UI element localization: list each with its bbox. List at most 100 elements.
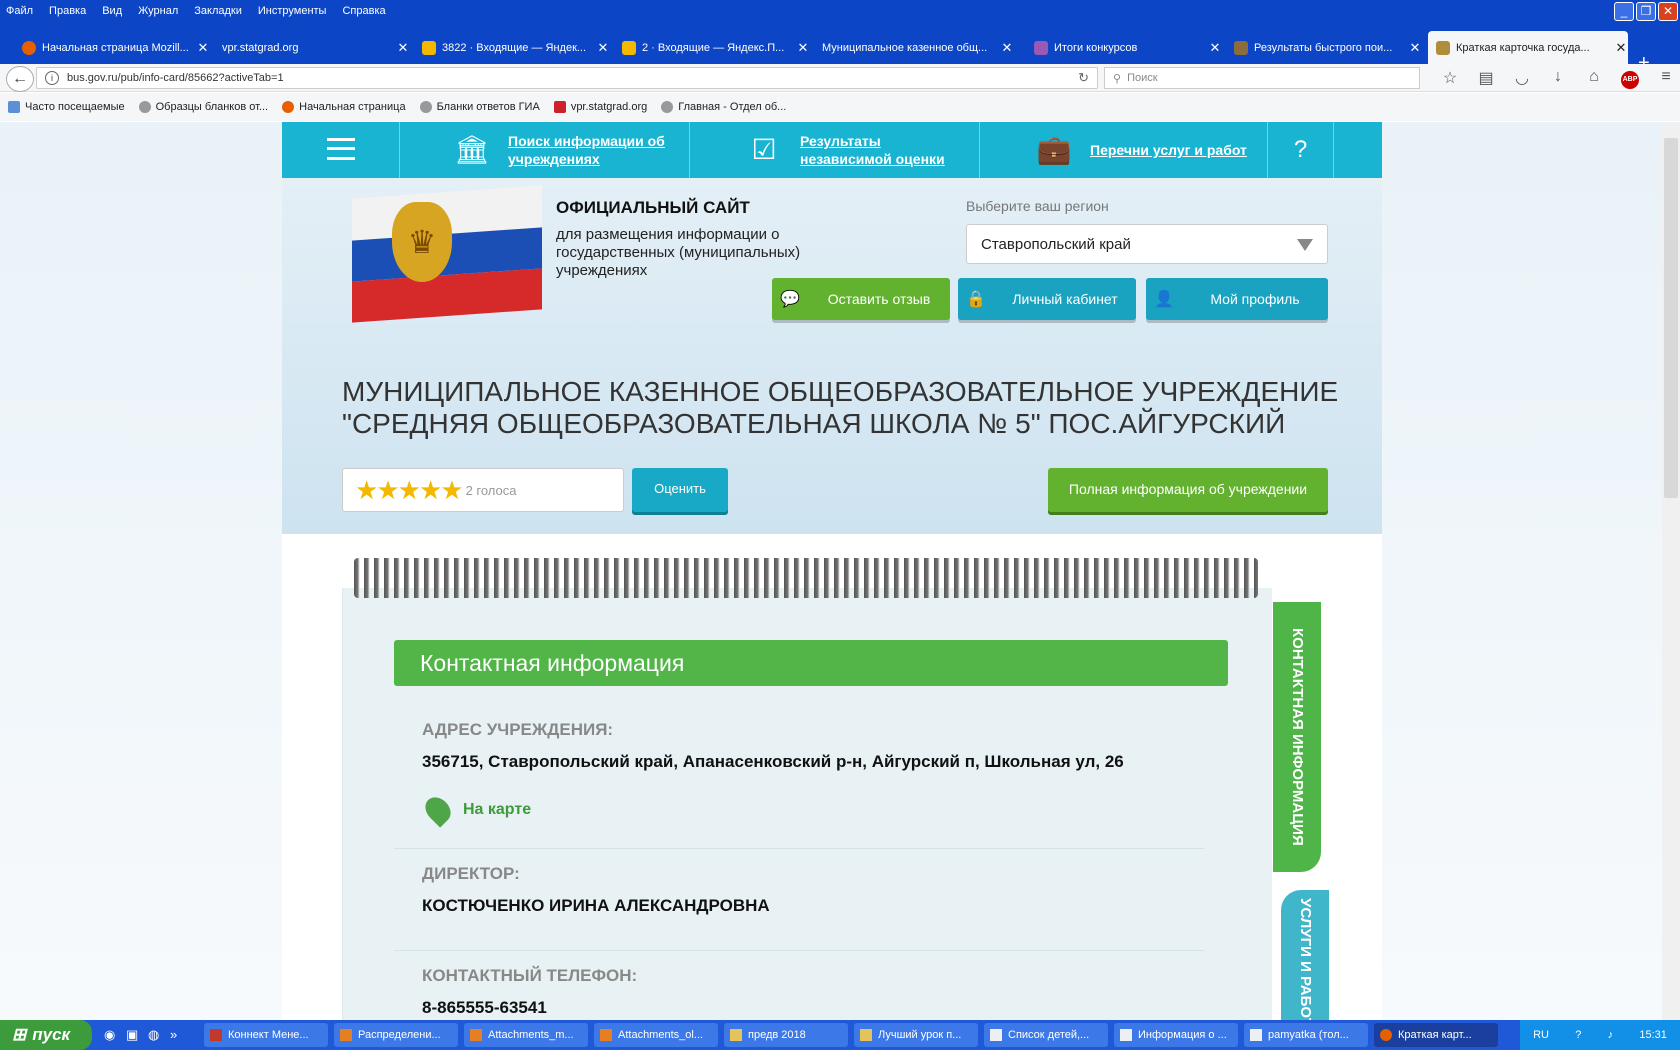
tab-statgrad[interactable]: vpr.statgrad.org ✕ [214, 31, 410, 64]
side-tab-contacts[interactable]: КОНТАКТНАЯ ИНФОРМАЦИЯ [1273, 602, 1321, 872]
menu-help[interactable]: Справка [342, 5, 385, 17]
nav-independent-results[interactable]: ☑ Результаты независимой оценки [690, 122, 980, 178]
emblem-icon [1436, 40, 1450, 55]
bookmark-department[interactable]: Главная - Отдел об... [661, 101, 786, 113]
url-text[interactable]: bus.gov.ru/pub/info-card/85662?activeTab… [67, 72, 1078, 84]
bookmark-gia[interactable]: Бланки ответов ГИА [419, 101, 540, 113]
reader-icon[interactable]: ▤ [1468, 68, 1504, 89]
director-label: ДИРЕКТОР: [422, 864, 520, 883]
tab-label: vpr.statgrad.org [222, 41, 299, 54]
taskbar-item[interactable]: Attachments_m... [464, 1023, 588, 1047]
firefox-icon[interactable]: ◍ [148, 1027, 170, 1043]
download-icon[interactable]: ↓ [1540, 68, 1576, 89]
region-select[interactable]: Ставропольский край [966, 224, 1328, 264]
help-question-icon[interactable]: ? [1268, 122, 1334, 178]
bookmark-forms[interactable]: Образцы бланков от... [138, 101, 268, 113]
nav-label[interactable]: Поиск информации об учреждениях [508, 132, 668, 168]
institution-icon: 🏛 [454, 134, 490, 165]
adblock-icon[interactable]: ABP [1612, 68, 1648, 89]
close-tab-icon[interactable]: ✕ [1408, 40, 1422, 56]
star-icon[interactable]: ★ [355, 477, 378, 503]
taskbar-item[interactable]: Список детей,... [984, 1023, 1108, 1047]
star-icon[interactable]: ★ [440, 477, 463, 503]
contact-heading: Контактная информация [394, 640, 1228, 686]
taskbar-item[interactable]: Лучший урок п... [854, 1023, 978, 1047]
star-icon[interactable]: ★ [398, 477, 421, 503]
full-info-button[interactable]: Полная информация об учреждении [1048, 468, 1328, 512]
map-link[interactable]: На карте [420, 792, 531, 828]
my-profile-button[interactable]: 👤 Мой профиль [1146, 278, 1328, 320]
vertical-scrollbar[interactable] [1662, 122, 1680, 1020]
close-tab-icon[interactable]: ✕ [396, 40, 410, 56]
language-indicator[interactable]: RU [1533, 1029, 1549, 1041]
scrollbar-thumb[interactable] [1664, 138, 1678, 498]
close-tab-icon[interactable]: ✕ [196, 40, 210, 56]
home-icon[interactable]: ⌂ [1576, 68, 1612, 89]
close-tab-icon[interactable]: ✕ [596, 40, 610, 56]
map-link-label[interactable]: На карте [463, 801, 531, 819]
taskbar-item-active[interactable]: Краткая карт... [1374, 1023, 1498, 1047]
pocket-icon[interactable]: ◡ [1504, 68, 1540, 89]
tab-info-card[interactable]: Краткая карточка госуда... ✕ [1428, 31, 1628, 64]
star-icon[interactable]: ☆ [1432, 68, 1468, 89]
notebook-spiral [354, 558, 1258, 598]
chevron-down-icon [1297, 239, 1313, 251]
tab-contest-results[interactable]: Итоги конкурсов ✕ [1026, 31, 1222, 64]
globe-icon [138, 101, 151, 113]
restore-button[interactable]: ❐ [1636, 2, 1656, 21]
taskbar-item[interactable]: предв 2018 [724, 1023, 848, 1047]
close-tab-icon[interactable]: ✕ [796, 40, 810, 56]
tab-yandex-mail-1[interactable]: 3822 · Входящие — Яндек... ✕ [414, 31, 610, 64]
close-tab-icon[interactable]: ✕ [1000, 40, 1014, 56]
star-icon[interactable]: ★ [376, 477, 399, 503]
rate-button[interactable]: Оценить [632, 468, 728, 512]
volume-icon[interactable]: ♪ [1608, 1029, 1614, 1041]
tab-municipal[interactable]: Муниципальное казенное общ... ✕ [814, 31, 1014, 64]
minimize-button[interactable]: _ [1614, 2, 1634, 21]
menu-view[interactable]: Вид [102, 5, 122, 17]
taskbar-item[interactable]: Attachments_ol... [594, 1023, 718, 1047]
taskbar-item[interactable]: Распределени... [334, 1023, 458, 1047]
site-menu-button[interactable] [282, 122, 400, 178]
side-tab-services[interactable]: УСЛУГИ И РАБОТЫ [1281, 890, 1329, 1020]
nav-services-list[interactable]: 💼 Перечни услуг и работ [980, 122, 1268, 178]
taskbar-item[interactable]: Информация о ... [1114, 1023, 1238, 1047]
taskbar-item[interactable]: pamyatka (тол... [1244, 1023, 1368, 1047]
back-button[interactable]: ← [6, 66, 34, 92]
info-icon[interactable]: i [45, 71, 59, 85]
bookmark-frequent[interactable]: Часто посещаемые [8, 101, 125, 113]
task-label: предв 2018 [748, 1029, 806, 1041]
menu-tools[interactable]: Инструменты [258, 5, 327, 17]
menu-file[interactable]: Файл [6, 5, 33, 17]
menu-bookmarks[interactable]: Закладки [194, 5, 242, 17]
tab-yandex-mail-2[interactable]: 2 · Входящие — Яндекс.П... ✕ [614, 31, 810, 64]
personal-cabinet-button[interactable]: 🔒 Личный кабинет [958, 278, 1136, 320]
close-tab-icon[interactable]: ✕ [1208, 40, 1222, 56]
bookmark-statgrad[interactable]: vpr.statgrad.org [553, 101, 647, 113]
close-window-button[interactable]: ✕ [1658, 2, 1678, 21]
nav-label[interactable]: Результаты независимой оценки [800, 132, 960, 168]
chrome-icon[interactable]: ◉ [104, 1027, 126, 1043]
tab-mozilla-start[interactable]: Начальная страница Mozill... ✕ [14, 31, 210, 64]
help-icon[interactable]: ? [1575, 1029, 1581, 1041]
hamburger-menu-icon[interactable]: ≡ [1648, 68, 1680, 89]
search-input[interactable]: ⚲ Поиск [1104, 67, 1420, 89]
nav-label[interactable]: Перечни услуг и работ [1090, 141, 1250, 159]
reload-icon[interactable]: ↻ [1078, 70, 1089, 86]
close-tab-icon[interactable]: ✕ [1614, 40, 1628, 56]
menu-history[interactable]: Журнал [138, 5, 178, 17]
taskbar-item[interactable]: Коннект Мене... [204, 1023, 328, 1047]
star-icon[interactable]: ★ [419, 477, 442, 503]
bookmark-home[interactable]: Начальная страница [282, 101, 406, 113]
chevron-right-icon[interactable]: » [170, 1027, 192, 1043]
url-bar[interactable]: i bus.gov.ru/pub/info-card/85662?activeT… [36, 67, 1098, 89]
printer-icon[interactable]: ▣ [126, 1027, 148, 1043]
nav-search-institutions[interactable]: 🏛 Поиск информации об учреждениях [400, 122, 690, 178]
menu-edit[interactable]: Правка [49, 5, 86, 17]
site-icon [1034, 40, 1048, 55]
clock[interactable]: 15:31 [1639, 1029, 1667, 1041]
start-button[interactable]: ⊞ пуск [0, 1020, 92, 1050]
tab-quick-search[interactable]: Результаты быстрого пои... ✕ [1226, 31, 1422, 64]
bookmarks-bar: Часто посещаемые Образцы бланков от... Н… [0, 93, 1680, 121]
feedback-button[interactable]: 💬 Оставить отзыв [772, 278, 950, 320]
